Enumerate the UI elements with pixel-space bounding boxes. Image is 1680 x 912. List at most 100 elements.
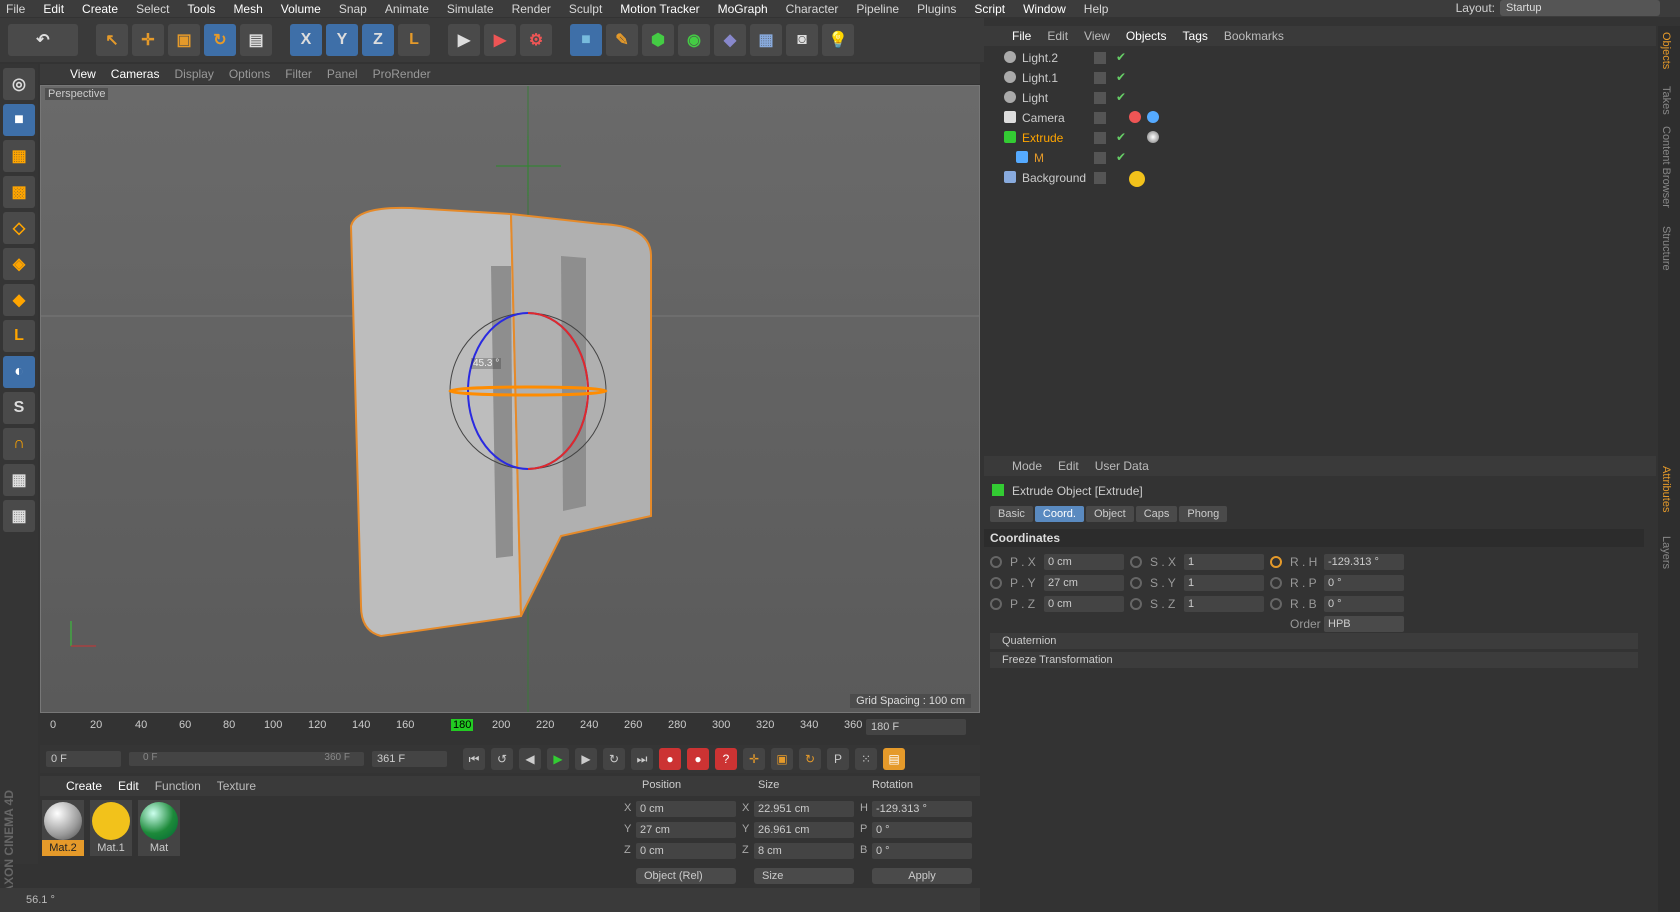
animate-radio[interactable] [1270,577,1282,589]
magnet-snap-icon[interactable]: ∩ [3,428,35,460]
animate-radio[interactable] [990,598,1002,610]
scale-z-input[interactable]: 1 [1184,596,1264,612]
size-y-field[interactable]: 26.961 cm [754,822,854,838]
menu-plugins[interactable]: Plugins [917,2,956,16]
x-axis-lock-icon[interactable]: X [290,24,322,56]
menu-render[interactable]: Render [512,2,551,16]
menu-animate[interactable]: Animate [385,2,429,16]
keyframe-selection-icon[interactable]: ? [715,748,737,770]
tab-object[interactable]: Object [1085,506,1134,522]
animate-radio[interactable] [990,556,1002,568]
menu-mesh[interactable]: Mesh [233,2,262,16]
scale-tool-icon[interactable]: ▣ [168,24,200,56]
axis-mode-icon[interactable]: L [3,320,35,352]
menu-motion-tracker[interactable]: Motion Tracker [620,2,699,16]
end-frame-field[interactable]: 361 F [372,751,447,767]
move-tool-icon[interactable]: ✛ [132,24,164,56]
animate-radio[interactable] [1270,598,1282,610]
om-menu-objects[interactable]: Objects [1126,29,1167,43]
target-tag-icon[interactable] [1147,111,1159,123]
cube-icon[interactable]: ■ [570,24,602,56]
object-row[interactable]: Light.1 ✔ [984,68,1656,88]
key-rotation-icon[interactable]: ↻ [799,748,821,770]
om-menu-file[interactable]: File [1012,29,1031,43]
timeline-playhead[interactable]: 180 [451,719,474,731]
viewport-menu-cameras[interactable]: Cameras [111,67,160,81]
rotation-p-field[interactable]: 0 ° [872,822,972,838]
make-editable-icon[interactable]: ◎ [3,68,35,100]
viewport-menu-filter[interactable]: Filter [285,67,312,81]
side-tab-objects[interactable]: Objects [1660,32,1672,69]
y-axis-lock-icon[interactable]: Y [326,24,358,56]
layer-checkbox[interactable] [1094,132,1106,144]
light-icon[interactable]: 💡 [822,24,854,56]
next-key-icon[interactable]: ↻ [603,748,625,770]
go-to-end-icon[interactable]: ⏭ [631,748,653,770]
polygons-mode-icon[interactable]: ◆ [3,284,35,316]
om-menu-edit[interactable]: Edit [1047,29,1068,43]
rotation-b-input[interactable]: 0 ° [1324,596,1404,612]
material-menu-edit[interactable]: Edit [118,779,139,793]
z-axis-lock-icon[interactable]: Z [362,24,394,56]
side-tab-structure[interactable]: Structure [1660,226,1672,271]
tab-basic[interactable]: Basic [990,506,1033,522]
locked-workplane-icon[interactable]: ▦ [3,464,35,496]
next-frame-icon[interactable]: ▶ [575,748,597,770]
floor-icon[interactable]: ▦ [750,24,782,56]
apply-button[interactable]: Apply [872,868,972,884]
frame-range-slider[interactable]: 0 F 360 F [129,752,364,766]
position-y-input[interactable]: 27 cm [1044,575,1124,591]
layer-checkbox[interactable] [1094,52,1106,64]
viewport-menu-panel[interactable]: Panel [327,67,358,81]
material-tag-icon[interactable] [1129,171,1145,187]
deformer-icon[interactable]: ◆ [714,24,746,56]
menu-tools[interactable]: Tools [187,2,215,16]
attr-menu-user-data[interactable]: User Data [1095,459,1149,473]
menu-snap[interactable]: Snap [339,2,367,16]
previous-frame-icon[interactable]: ◀ [519,748,541,770]
menu-edit[interactable]: Edit [43,2,64,16]
position-x-field[interactable]: 0 cm [636,801,736,817]
render-picture-viewer-icon[interactable]: ▶ [484,24,516,56]
size-x-field[interactable]: 22.951 cm [754,801,854,817]
autokey-icon[interactable]: ● [687,748,709,770]
position-y-field[interactable]: 27 cm [636,822,736,838]
attr-menu-mode[interactable]: Mode [1012,459,1042,473]
rotation-order-dropdown[interactable]: HPB [1324,616,1404,632]
om-menu-bookmarks[interactable]: Bookmarks [1224,29,1284,43]
animate-radio[interactable] [1130,598,1142,610]
scale-y-input[interactable]: 1 [1184,575,1264,591]
layer-checkbox[interactable] [1094,112,1106,124]
size-mode-dropdown[interactable]: Size [754,868,854,884]
material-swatch[interactable]: Mat.2 [42,800,84,856]
layer-checkbox[interactable] [1094,152,1106,164]
object-row[interactable]: Extrude ✔ [984,128,1656,148]
rotation-p-input[interactable]: 0 ° [1324,575,1404,591]
viewport-menu-prorender[interactable]: ProRender [373,67,431,81]
edges-mode-icon[interactable]: ◈ [3,248,35,280]
animate-radio[interactable] [990,577,1002,589]
subdivision-icon[interactable]: ⬢ [642,24,674,56]
coordinate-mode-dropdown[interactable]: Object (Rel) [636,868,736,884]
clapper-icon[interactable]: ▤ [240,24,272,56]
position-z-field[interactable]: 0 cm [636,843,736,859]
position-x-input[interactable]: 0 cm [1044,554,1124,570]
rotation-h-field[interactable]: -129.313 ° [872,801,972,817]
tweak-mode-icon[interactable]: ◐ [3,356,35,388]
enabled-check-icon[interactable]: ✔ [1116,50,1126,64]
coordinate-system-icon[interactable]: L [398,24,430,56]
go-to-start-icon[interactable]: ⏮ [463,748,485,770]
key-position-icon[interactable]: ✛ [743,748,765,770]
object-row[interactable]: M ✔ [984,148,1656,168]
workplane-icon[interactable]: ▩ [3,176,35,208]
material-menu-function[interactable]: Function [155,779,201,793]
menu-script[interactable]: Script [974,2,1005,16]
select-tool-icon[interactable]: ↖ [96,24,128,56]
material-menu-texture[interactable]: Texture [217,779,256,793]
texture-mode-icon[interactable]: ▦ [3,140,35,172]
tab-caps[interactable]: Caps [1135,506,1178,522]
camera-icon[interactable]: ◙ [786,24,818,56]
size-z-field[interactable]: 8 cm [754,843,854,859]
protection-tag-icon[interactable] [1129,111,1141,123]
freeze-transformation-group[interactable]: Freeze Transformation [990,652,1638,668]
